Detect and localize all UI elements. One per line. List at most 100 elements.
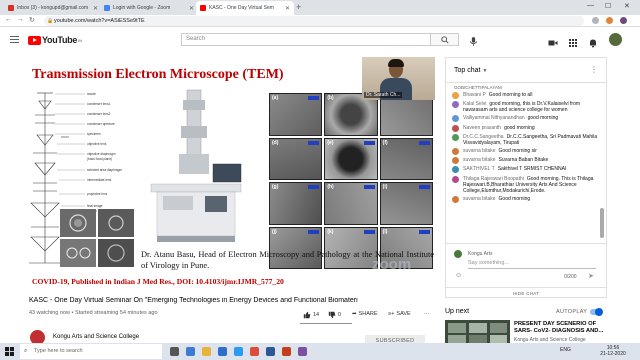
logo-region: IN bbox=[78, 37, 83, 43]
scale-bar bbox=[308, 140, 320, 145]
share-button[interactable]: ➦ SHARE bbox=[352, 311, 378, 317]
file-explorer-icon[interactable] bbox=[202, 347, 211, 356]
store-icon[interactable] bbox=[218, 347, 227, 356]
search-icon: ⌕ bbox=[24, 348, 28, 354]
close-icon[interactable]: ✕ bbox=[285, 5, 290, 12]
chat-message: Kalai Selvi good morning, this is Dr.V.Ka… bbox=[452, 101, 600, 113]
tray-language[interactable]: ENG bbox=[560, 347, 571, 353]
windows-taskbar: ⌕ Type here to search ENG 10:56 21-12-20… bbox=[0, 343, 640, 360]
maximize-icon[interactable]: ☐ bbox=[605, 2, 611, 10]
send-icon[interactable]: ➤ bbox=[588, 272, 594, 280]
minimize-icon[interactable]: — bbox=[587, 2, 594, 9]
edge-icon[interactable] bbox=[186, 347, 195, 356]
microscope-photo bbox=[150, 89, 242, 242]
notifications-bell-icon[interactable] bbox=[588, 35, 598, 48]
more-actions-icon[interactable]: ⋯ bbox=[424, 311, 430, 317]
voice-search-button[interactable] bbox=[468, 34, 479, 46]
chat-pinned-fragment: GOBICHETTIPALAYAM bbox=[454, 85, 502, 90]
close-window-icon[interactable]: ✕ bbox=[624, 2, 630, 10]
account-avatar[interactable] bbox=[609, 33, 622, 46]
chat-mode-label: Top chat bbox=[454, 67, 481, 74]
save-button[interactable]: ≡+ SAVE bbox=[388, 311, 411, 317]
chat-message-input[interactable]: Say something... bbox=[468, 260, 596, 269]
slide-citation: COVID-19, Published in Indian J Med Res.… bbox=[32, 277, 284, 286]
autoplay-toggle[interactable] bbox=[590, 307, 603, 316]
virus-micrographs bbox=[60, 209, 134, 267]
emoji-icon[interactable]: ☺ bbox=[455, 272, 462, 279]
chat-scrollbar[interactable] bbox=[600, 208, 604, 238]
forward-icon[interactable]: → bbox=[17, 16, 24, 23]
video-player[interactable]: Transmission Electron Microscope (TEM) a… bbox=[27, 57, 435, 289]
user-avatar bbox=[452, 115, 459, 123]
chat-message: Thilaga Rajeswari Boopathi Good morning. … bbox=[452, 175, 600, 194]
channel-name[interactable]: Kongu Arts and Science College bbox=[53, 334, 139, 340]
profile-avatar[interactable] bbox=[620, 17, 627, 24]
browser-tab-gmail[interactable]: Inbox (3) - kongupd@gmail.com ✕ bbox=[4, 1, 102, 15]
thumbs-down-icon bbox=[328, 311, 336, 319]
next-video-title[interactable]: PRESENT DAY SCENERIO OF SARS- CoV2- DIAG… bbox=[514, 321, 606, 335]
diagram-label: anode bbox=[87, 92, 96, 96]
search-button[interactable] bbox=[431, 33, 459, 46]
star-icon[interactable] bbox=[592, 17, 599, 24]
create-video-icon[interactable] bbox=[548, 35, 558, 46]
live-chat-panel: Top chat ▼ ⋮ GOBICHETTIPALAYAM Bhavani PG… bbox=[445, 57, 607, 298]
browser-tab-youtube[interactable]: KASC - One Day Virtual Sem ✕ bbox=[196, 1, 294, 15]
scale-bar bbox=[308, 185, 320, 189]
share-icon: ➦ bbox=[352, 311, 357, 317]
address-bar-row: ← → ↻ 🔒 youtube.com/watch?v=ASiESSe9tTE bbox=[0, 15, 640, 27]
powerpoint-icon[interactable] bbox=[282, 347, 291, 356]
video-title: KASC - One Day Virtual Seminar On "Emerg… bbox=[29, 297, 358, 304]
extension-icon[interactable] bbox=[606, 17, 613, 24]
reload-icon[interactable]: ↻ bbox=[29, 16, 35, 24]
address-bar[interactable]: 🔒 youtube.com/watch?v=ASiESSe9tTE bbox=[44, 16, 584, 26]
taskbar-search-input[interactable]: ⌕ Type here to search bbox=[20, 344, 162, 359]
new-tab-button[interactable]: + bbox=[296, 2, 301, 12]
logo-word: YouTube bbox=[42, 35, 78, 45]
playlist-add-icon: ≡+ bbox=[388, 311, 395, 317]
app-icon[interactable] bbox=[298, 347, 307, 356]
task-view-icon[interactable] bbox=[170, 347, 179, 356]
chat-mode-selector[interactable]: Top chat ▼ bbox=[454, 67, 487, 74]
chat-message: suvarna bitake Good morning bbox=[452, 195, 600, 203]
user-avatar bbox=[452, 157, 459, 165]
hide-chat-button[interactable]: HIDE CHAT bbox=[446, 287, 606, 298]
user-avatar bbox=[452, 92, 459, 99]
apps-grid-icon[interactable] bbox=[568, 35, 578, 47]
chat-message: suvarna bitake Suvarna Baban Bitake bbox=[452, 157, 600, 165]
zoom-app-icon[interactable] bbox=[234, 347, 243, 356]
like-count: 14 bbox=[313, 312, 320, 318]
taskbar-clock[interactable]: 10:56 21-12-2020 bbox=[596, 345, 630, 357]
scale-bar bbox=[418, 140, 430, 145]
webcam-name: Dr. Sarath Ch... bbox=[364, 92, 403, 98]
youtube-logo[interactable]: YouTube IN bbox=[28, 35, 82, 45]
search-input[interactable]: Search bbox=[181, 33, 431, 46]
user-avatar bbox=[452, 175, 459, 183]
menu-icon[interactable] bbox=[10, 36, 19, 43]
chat-message: Dr.C.C.Sangeetha Dr.C.C.Sangeetha, Sri Pa… bbox=[452, 133, 600, 146]
dislike-button[interactable]: 0 bbox=[328, 311, 341, 319]
close-icon[interactable]: ✕ bbox=[189, 5, 194, 12]
sem-panel: (d) bbox=[269, 137, 323, 180]
my-channel-name: Kongu Arts bbox=[468, 251, 493, 257]
zoom-watermark: zoom bbox=[372, 256, 412, 273]
user-avatar bbox=[452, 147, 459, 155]
diagram-label: projective lens bbox=[87, 192, 108, 196]
back-icon[interactable]: ← bbox=[5, 16, 12, 23]
close-icon[interactable]: ✕ bbox=[93, 5, 98, 12]
diagram-label: intermediate lens bbox=[87, 178, 112, 182]
diagram-label: selected area diaphragm bbox=[87, 168, 122, 172]
sem-panel: (i) bbox=[379, 182, 433, 225]
diagram-label: condenser lens1 bbox=[87, 102, 111, 106]
scale-bar bbox=[363, 140, 375, 145]
browser-tab-zoom[interactable]: Login with Google - Zoom ✕ bbox=[100, 1, 198, 15]
clock-date: 21-12-2020 bbox=[600, 351, 626, 357]
diagram-label: final image bbox=[87, 204, 103, 208]
word-icon[interactable] bbox=[266, 347, 275, 356]
user-avatar bbox=[452, 195, 459, 203]
thumbs-up-icon bbox=[303, 311, 311, 319]
windows-start-icon[interactable] bbox=[5, 347, 14, 356]
chat-input-area: Kongu Arts Say something... ☺ 0/200 ➤ bbox=[446, 243, 606, 287]
more-options-icon[interactable]: ⋮ bbox=[590, 65, 598, 74]
chrome-icon[interactable] bbox=[250, 347, 259, 356]
like-button[interactable]: 14 bbox=[303, 311, 319, 319]
